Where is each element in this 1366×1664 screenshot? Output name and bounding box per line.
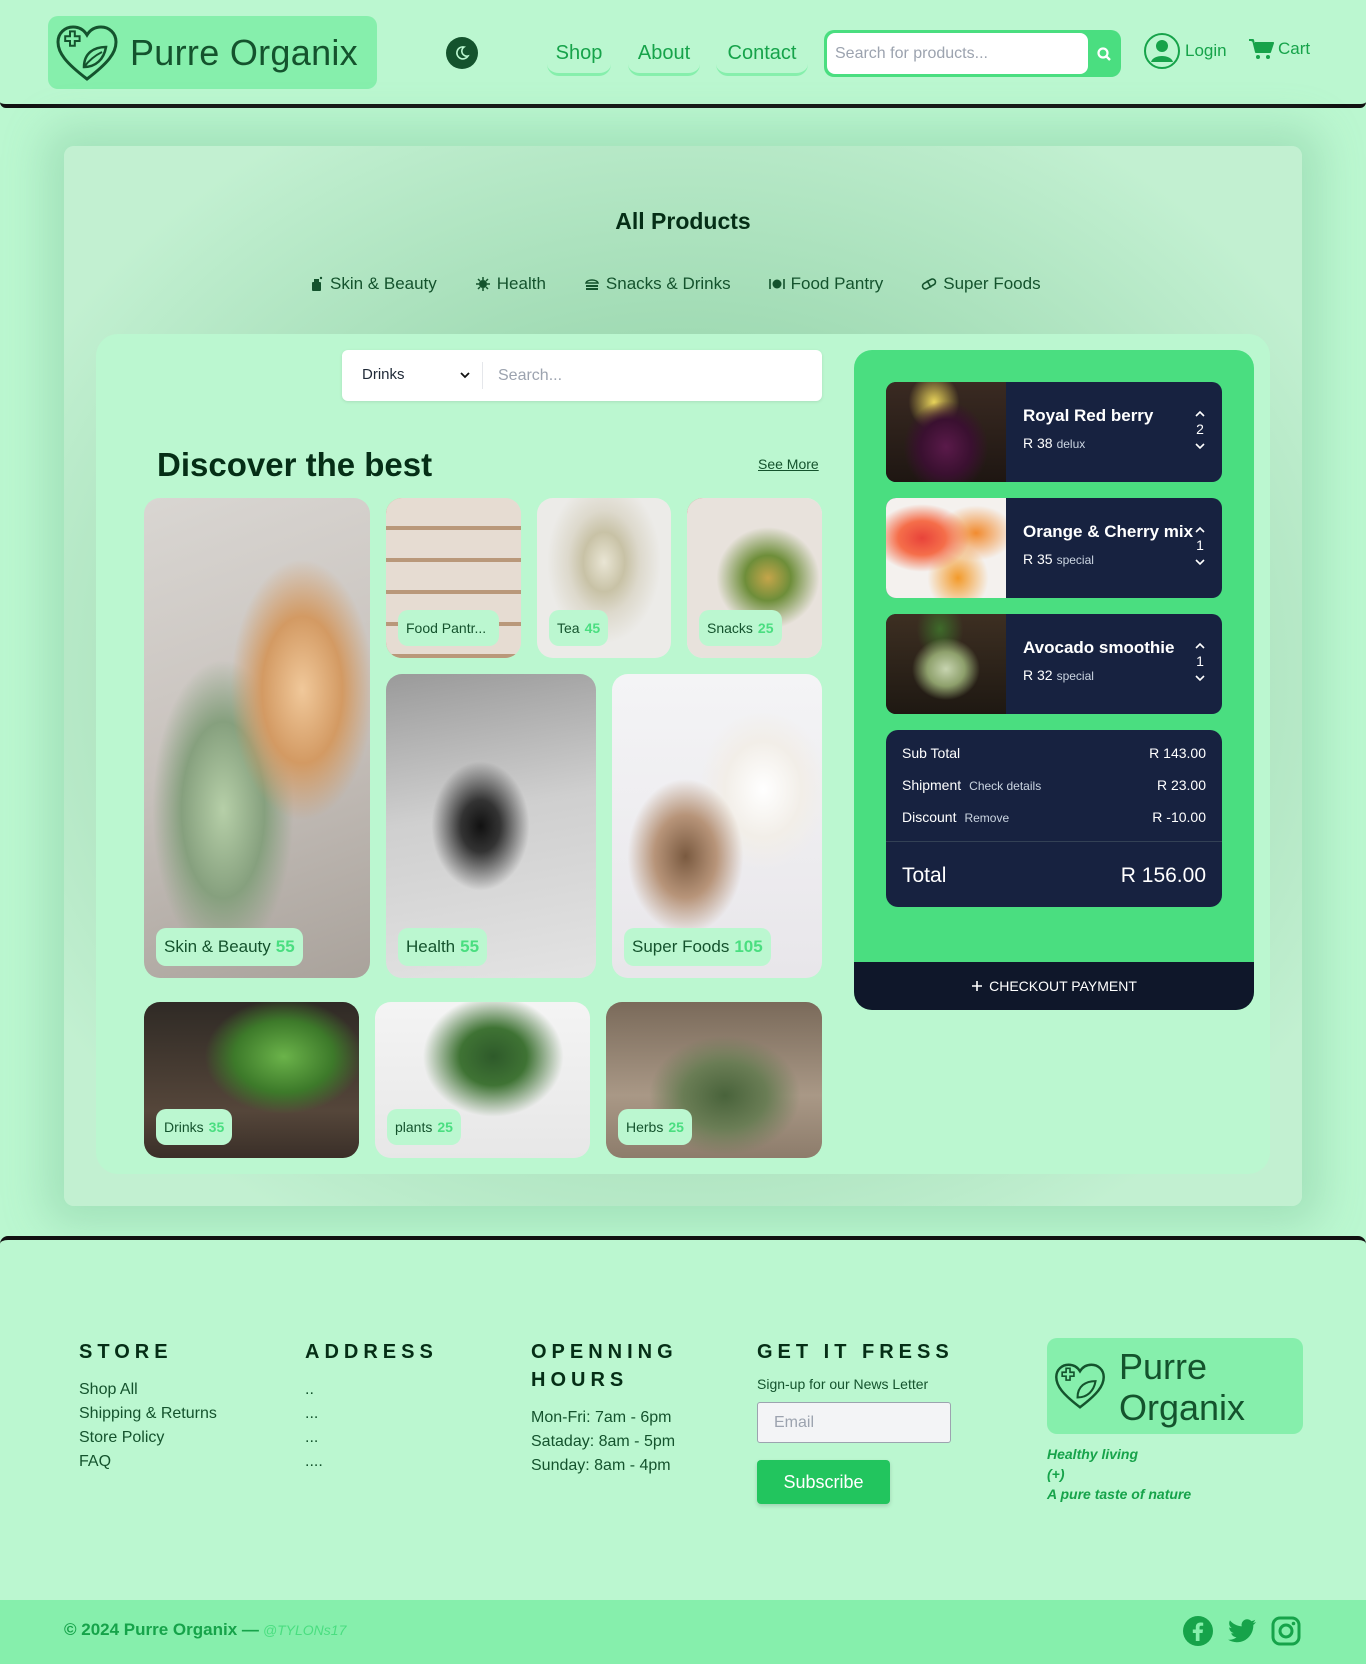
- heart-leaf-logo-icon: [1055, 1363, 1105, 1409]
- footer-link[interactable]: Store Policy: [79, 1426, 217, 1450]
- plate-utensils-icon: [768, 279, 785, 289]
- footer-slogan: Healthy living (+) A pure taste of natur…: [1047, 1446, 1192, 1502]
- quantity-stepper[interactable]: 2: [1194, 406, 1206, 452]
- shipment-row: Shipment Check details R 23.00: [902, 777, 1206, 793]
- user-circle-icon: [1144, 33, 1180, 69]
- chevron-down-icon[interactable]: [1194, 674, 1206, 682]
- burger-icon: [584, 279, 599, 290]
- cart-item[interactable]: Avocado smoothie R 32 special 1: [886, 614, 1222, 714]
- dark-mode-toggle[interactable]: [446, 37, 478, 69]
- category-select[interactable]: Drinks: [362, 366, 470, 383]
- quantity-stepper[interactable]: 1: [1194, 638, 1206, 684]
- heart-leaf-logo-icon: [56, 24, 118, 81]
- chevron-up-icon[interactable]: [1194, 642, 1206, 650]
- twitter-icon[interactable]: [1226, 1615, 1258, 1647]
- category-super-foods[interactable]: Super Foods: [921, 274, 1041, 294]
- filter-search-input[interactable]: [498, 360, 798, 391]
- subscribe-button[interactable]: Subscribe: [757, 1460, 890, 1504]
- cart-panel: Royal Red berry R 38 delux 2 Orange & Che…: [854, 350, 1254, 1010]
- footer-newsletter: GET IT FRESS Sign-up for our News Letter: [757, 1341, 954, 1392]
- instagram-icon[interactable]: [1270, 1615, 1302, 1647]
- tile-health[interactable]: Health 55: [386, 674, 596, 978]
- product-search-input[interactable]: [827, 33, 1088, 74]
- chevron-down-icon[interactable]: [1194, 558, 1206, 566]
- chevron-up-icon[interactable]: [1194, 410, 1206, 418]
- lotion-icon: [312, 276, 323, 291]
- footer-link[interactable]: Shipping & Returns: [79, 1402, 217, 1426]
- capsule-icon: [921, 278, 937, 290]
- nav-contact[interactable]: Contact: [716, 36, 808, 76]
- footer-link[interactable]: Shop All: [79, 1378, 217, 1402]
- cart-item[interactable]: Orange & Cherry mix R 35 special 1: [886, 498, 1222, 598]
- order-summary: Sub Total R 143.00 Shipment Check details …: [886, 730, 1222, 907]
- tile-food-pantry[interactable]: Food Pantr...: [386, 498, 521, 658]
- footer-address: ADDRESS .. ... ... ....: [305, 1341, 438, 1470]
- checkout-button[interactable]: CHECKOUT PAYMENT: [854, 962, 1254, 1010]
- remove-discount-link[interactable]: Remove: [964, 811, 1009, 825]
- product-search: [824, 30, 1121, 77]
- footer-hours: OPENNING HOURS Mon-Fri: 7am - 6pm Satada…: [531, 1341, 678, 1474]
- tile-drinks[interactable]: Drinks 35: [144, 1002, 359, 1158]
- brand-logo[interactable]: Purre Organix: [48, 16, 377, 89]
- tile-herbs[interactable]: Herbs 25: [606, 1002, 822, 1158]
- royal-red-berry-photo: [886, 382, 1006, 482]
- check-details-link[interactable]: Check details: [969, 779, 1041, 793]
- category-bar: Skin & Beauty Health Snacks & Drinks Foo…: [310, 274, 1041, 294]
- site-header: Purre Organix Shop About Contact Login C…: [0, 0, 1366, 108]
- discover-heading: Discover the best: [157, 446, 433, 483]
- quantity-stepper[interactable]: 1: [1194, 522, 1206, 568]
- social-links: [1182, 1615, 1302, 1647]
- chevron-down-icon[interactable]: [1194, 442, 1206, 450]
- page-title: All Products: [615, 208, 751, 234]
- login-link[interactable]: Login: [1143, 32, 1227, 70]
- avocado-smoothie-photo: [886, 614, 1006, 714]
- tile-snacks[interactable]: Snacks 25: [687, 498, 822, 658]
- summary-divider: [886, 841, 1222, 842]
- category-snacks-drinks[interactable]: Snacks & Drinks: [584, 274, 731, 294]
- see-more-link[interactable]: See More: [758, 456, 819, 472]
- search-button[interactable]: [1089, 33, 1119, 74]
- category-skin-beauty[interactable]: Skin & Beauty: [310, 274, 437, 294]
- footer-brand: Purre Organix: [1047, 1338, 1303, 1434]
- author-handle: @TYLONs17: [262, 1622, 347, 1638]
- virus-icon: [475, 277, 490, 291]
- tile-skin-beauty[interactable]: Skin & Beauty 55: [144, 498, 370, 978]
- footer-link[interactable]: FAQ: [79, 1450, 217, 1474]
- chevron-up-icon[interactable]: [1194, 526, 1206, 534]
- facebook-icon[interactable]: [1182, 1615, 1214, 1647]
- cart-icon: [1249, 39, 1274, 59]
- orange-cherry-photo: [886, 498, 1006, 598]
- newsletter-email-field[interactable]: [757, 1402, 951, 1443]
- subtotal-row: Sub Total R 143.00: [902, 745, 1206, 761]
- cart-item[interactable]: Royal Red berry R 38 delux 2: [886, 382, 1222, 482]
- discount-row: Discount Remove R -10.00: [902, 809, 1206, 825]
- tile-tea[interactable]: Tea 45: [537, 498, 671, 658]
- plus-icon: [972, 981, 983, 991]
- login-label: Login: [1185, 41, 1227, 60]
- total-row: Total R 156.00: [902, 864, 1206, 887]
- nav-about[interactable]: About: [628, 36, 700, 76]
- footer-store: STORE Shop All Shipping & Returns Store …: [79, 1338, 217, 1474]
- copyright: © 2024 Purre Organix — @TYLONs17: [64, 1620, 347, 1639]
- tile-super-foods[interactable]: Super Foods 105: [612, 674, 822, 978]
- nav-shop[interactable]: Shop: [547, 36, 611, 76]
- category-health[interactable]: Health: [475, 274, 546, 294]
- search-icon: [1097, 46, 1111, 61]
- chevron-down-icon: [460, 371, 470, 378]
- category-filter: Drinks: [342, 350, 822, 401]
- brand-name: Purre Organix: [130, 31, 358, 73]
- tile-plants[interactable]: plants 25: [375, 1002, 590, 1158]
- skin-beauty-photo: [144, 498, 370, 978]
- cart-link[interactable]: Cart: [1248, 38, 1310, 60]
- filter-divider: [482, 362, 483, 389]
- category-food-pantry[interactable]: Food Pantry: [768, 274, 883, 294]
- cart-label: Cart: [1278, 39, 1311, 58]
- moon-icon: [456, 46, 470, 60]
